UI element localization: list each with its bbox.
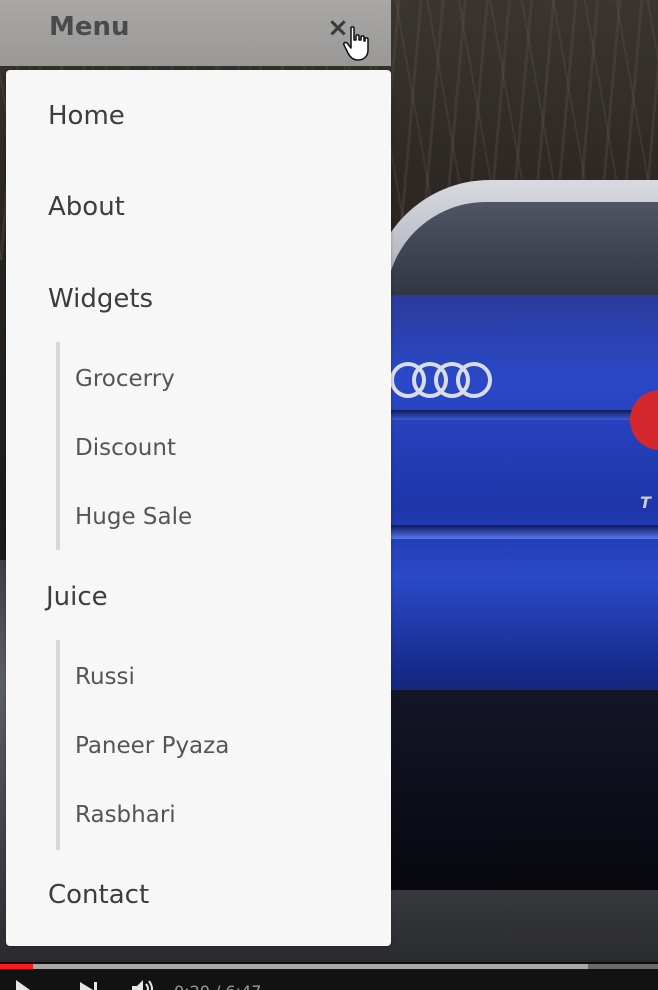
progress-buffer [0,964,588,969]
car-image: T [360,170,658,890]
nav-item-about[interactable]: About [48,192,125,222]
submenu-divider [56,342,60,550]
nav-item-juice[interactable]: Juice [46,582,108,612]
car-bumper [360,690,658,890]
time-readout: 0:20 / 6:47 [174,982,261,990]
submenu-item-huge-sale[interactable]: Huge Sale [75,504,192,530]
submenu-item-discount[interactable]: Discount [75,435,176,461]
submenu-item-russi[interactable]: Russi [75,664,135,690]
next-icon[interactable] [78,982,100,990]
submenu-item-grocerry[interactable]: Grocerry [75,366,175,392]
hand-pointer-icon [343,26,369,61]
car-logo-ring [456,362,492,398]
menu-title: Menu [49,12,130,42]
submenu-item-rasbhari[interactable]: Rasbhari [75,802,176,828]
nav-item-home[interactable]: Home [48,101,125,131]
car-trunk-lower-crease [380,525,658,539]
submenu-item-paneer-pyaza[interactable]: Paneer Pyaza [75,733,229,759]
nav-item-contact[interactable]: Contact [48,880,149,910]
car-trunk-crease [370,410,658,420]
progress-played[interactable] [0,964,33,969]
car-badge: T [640,493,651,512]
nav-item-widgets[interactable]: Widgets [48,284,153,314]
menu-header: Menu × [0,0,391,66]
submenu-divider [56,640,60,850]
volume-icon[interactable] [132,980,156,990]
play-icon[interactable] [16,980,30,990]
car-logo-icon [390,362,492,402]
